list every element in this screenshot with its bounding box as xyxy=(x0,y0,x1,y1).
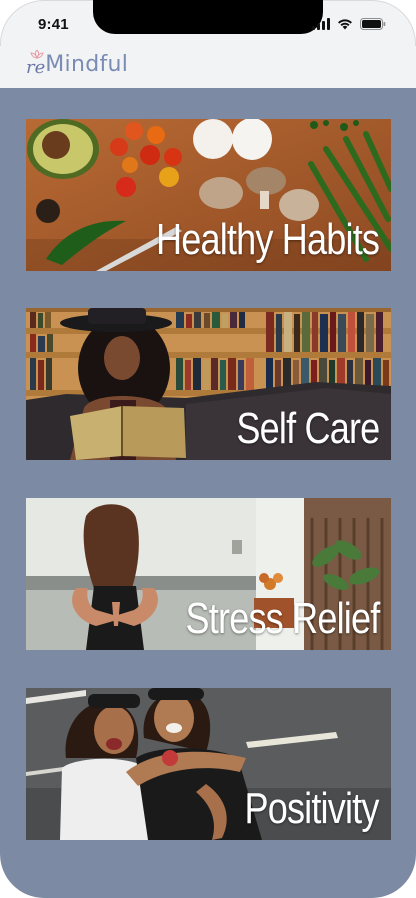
category-label: Positivity xyxy=(244,784,380,833)
category-card-stress-relief[interactable]: Stress Relief xyxy=(26,498,391,650)
battery-icon xyxy=(360,17,386,35)
logo-prefix: re xyxy=(26,57,46,78)
phone-frame: 9:41 re Mindful Healthy Habits Self Care… xyxy=(0,0,416,898)
app-logo[interactable]: re Mindful xyxy=(26,49,129,78)
notch xyxy=(93,0,323,34)
wifi-icon xyxy=(337,17,353,35)
logo-wordmark: Mindful xyxy=(45,52,129,77)
category-card-positivity[interactable]: Positivity xyxy=(26,688,391,840)
app-header: re Mindful xyxy=(0,46,416,88)
category-card-self-care[interactable]: Self Care xyxy=(26,308,391,460)
category-card-healthy-habits[interactable]: Healthy Habits xyxy=(26,119,391,271)
category-label: Healthy Habits xyxy=(155,215,380,264)
status-icons xyxy=(312,17,386,35)
signal-icon xyxy=(312,17,330,35)
category-label: Stress Relief xyxy=(185,594,380,643)
status-time: 9:41 xyxy=(38,16,69,33)
status-bar: 9:41 xyxy=(0,0,416,46)
category-list: Healthy Habits Self Care Stress Relief P… xyxy=(0,88,416,898)
category-label: Self Care xyxy=(235,404,380,453)
